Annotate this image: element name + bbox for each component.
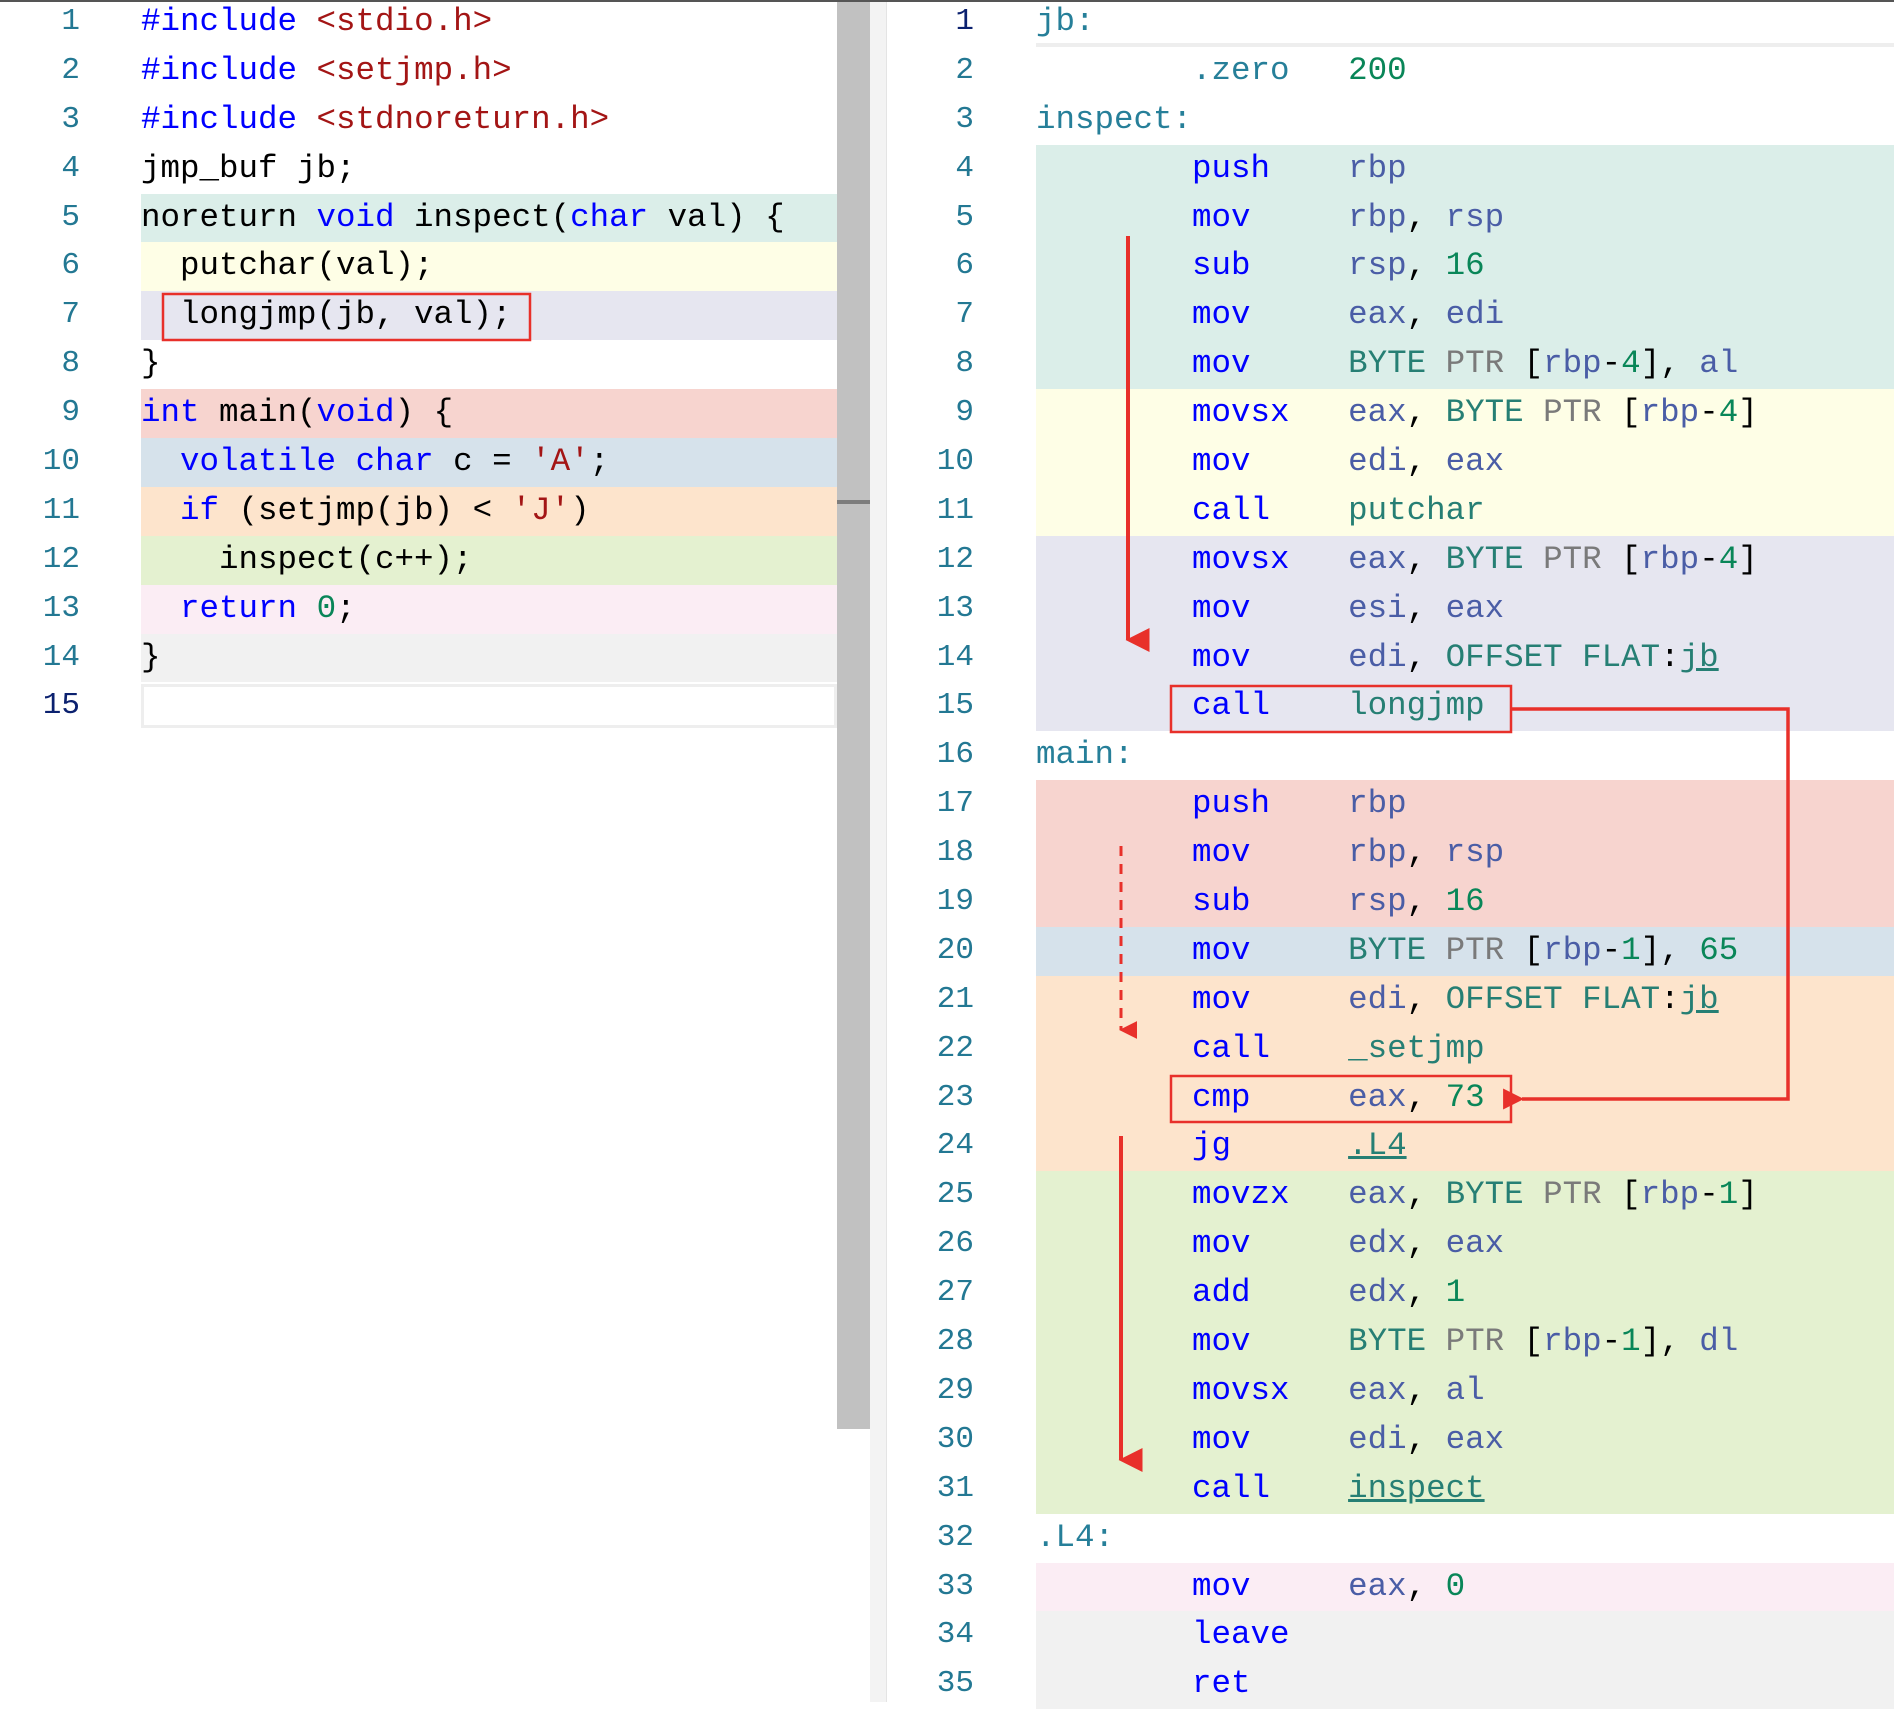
highlight-box-cmp <box>1169 1074 1513 1124</box>
highlight-box-longjmp-source <box>161 292 532 342</box>
longjmp-return-arrow <box>1503 707 1790 1110</box>
highlight-box-call-longjmp <box>1169 684 1513 734</box>
annotation-overlay <box>161 236 1790 1472</box>
